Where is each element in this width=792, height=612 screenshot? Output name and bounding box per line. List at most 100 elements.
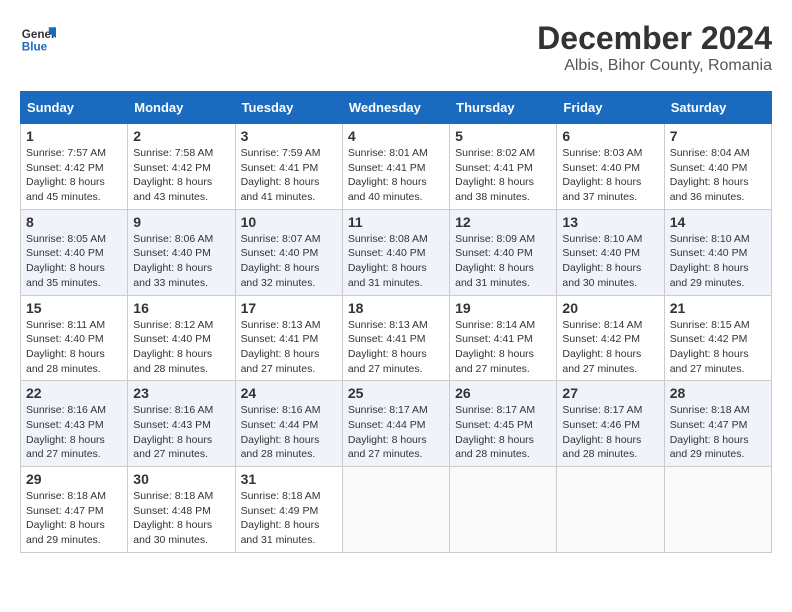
calendar-cell: 6 Sunrise: 8:03 AM Sunset: 4:40 PM Dayli… [557, 124, 664, 210]
calendar-cell: 28 Sunrise: 8:18 AM Sunset: 4:47 PM Dayl… [664, 381, 771, 467]
day-number: 25 [348, 385, 444, 401]
day-info: Sunrise: 8:17 AM Sunset: 4:45 PM Dayligh… [455, 404, 535, 460]
calendar-cell: 29 Sunrise: 8:18 AM Sunset: 4:47 PM Dayl… [21, 467, 128, 553]
calendar-cell: 17 Sunrise: 8:13 AM Sunset: 4:41 PM Dayl… [235, 295, 342, 381]
calendar-cell: 20 Sunrise: 8:14 AM Sunset: 4:42 PM Dayl… [557, 295, 664, 381]
calendar-day-header: Tuesday [235, 92, 342, 124]
logo: General Blue [20, 20, 56, 56]
calendar-cell [450, 467, 557, 553]
day-info: Sunrise: 8:17 AM Sunset: 4:46 PM Dayligh… [562, 404, 642, 460]
day-number: 12 [455, 214, 551, 230]
day-number: 18 [348, 300, 444, 316]
day-info: Sunrise: 8:10 AM Sunset: 4:40 PM Dayligh… [562, 233, 642, 289]
day-number: 4 [348, 128, 444, 144]
day-info: Sunrise: 8:16 AM Sunset: 4:43 PM Dayligh… [133, 404, 213, 460]
calendar-cell: 18 Sunrise: 8:13 AM Sunset: 4:41 PM Dayl… [342, 295, 449, 381]
calendar-week-row: 15 Sunrise: 8:11 AM Sunset: 4:40 PM Dayl… [21, 295, 772, 381]
day-info: Sunrise: 8:03 AM Sunset: 4:40 PM Dayligh… [562, 147, 642, 203]
day-info: Sunrise: 8:14 AM Sunset: 4:41 PM Dayligh… [455, 319, 535, 375]
svg-text:Blue: Blue [22, 41, 48, 54]
calendar-cell: 25 Sunrise: 8:17 AM Sunset: 4:44 PM Dayl… [342, 381, 449, 467]
day-number: 29 [26, 471, 122, 487]
day-number: 26 [455, 385, 551, 401]
calendar-cell: 10 Sunrise: 8:07 AM Sunset: 4:40 PM Dayl… [235, 209, 342, 295]
calendar-day-header: Monday [128, 92, 235, 124]
day-number: 14 [670, 214, 766, 230]
calendar-cell: 4 Sunrise: 8:01 AM Sunset: 4:41 PM Dayli… [342, 124, 449, 210]
day-number: 9 [133, 214, 229, 230]
day-number: 10 [241, 214, 337, 230]
logo-icon: General Blue [20, 20, 56, 56]
calendar-cell: 30 Sunrise: 8:18 AM Sunset: 4:48 PM Dayl… [128, 467, 235, 553]
calendar-week-row: 8 Sunrise: 8:05 AM Sunset: 4:40 PM Dayli… [21, 209, 772, 295]
calendar-cell: 14 Sunrise: 8:10 AM Sunset: 4:40 PM Dayl… [664, 209, 771, 295]
day-number: 19 [455, 300, 551, 316]
calendar-cell [342, 467, 449, 553]
day-info: Sunrise: 8:16 AM Sunset: 4:44 PM Dayligh… [241, 404, 321, 460]
calendar-day-header: Saturday [664, 92, 771, 124]
day-info: Sunrise: 8:02 AM Sunset: 4:41 PM Dayligh… [455, 147, 535, 203]
calendar-cell: 5 Sunrise: 8:02 AM Sunset: 4:41 PM Dayli… [450, 124, 557, 210]
calendar-cell: 23 Sunrise: 8:16 AM Sunset: 4:43 PM Dayl… [128, 381, 235, 467]
day-info: Sunrise: 8:18 AM Sunset: 4:48 PM Dayligh… [133, 490, 213, 546]
calendar-header-row: SundayMondayTuesdayWednesdayThursdayFrid… [21, 92, 772, 124]
day-info: Sunrise: 7:59 AM Sunset: 4:41 PM Dayligh… [241, 147, 321, 203]
day-number: 15 [26, 300, 122, 316]
calendar-cell: 8 Sunrise: 8:05 AM Sunset: 4:40 PM Dayli… [21, 209, 128, 295]
day-number: 24 [241, 385, 337, 401]
day-info: Sunrise: 8:09 AM Sunset: 4:40 PM Dayligh… [455, 233, 535, 289]
calendar-cell: 3 Sunrise: 7:59 AM Sunset: 4:41 PM Dayli… [235, 124, 342, 210]
title-area: December 2024 Albis, Bihor County, Roman… [537, 20, 772, 75]
day-info: Sunrise: 8:15 AM Sunset: 4:42 PM Dayligh… [670, 319, 750, 375]
calendar-cell: 13 Sunrise: 8:10 AM Sunset: 4:40 PM Dayl… [557, 209, 664, 295]
day-number: 13 [562, 214, 658, 230]
day-number: 23 [133, 385, 229, 401]
day-info: Sunrise: 8:13 AM Sunset: 4:41 PM Dayligh… [241, 319, 321, 375]
day-info: Sunrise: 8:18 AM Sunset: 4:47 PM Dayligh… [670, 404, 750, 460]
day-info: Sunrise: 7:58 AM Sunset: 4:42 PM Dayligh… [133, 147, 213, 203]
calendar-cell: 26 Sunrise: 8:17 AM Sunset: 4:45 PM Dayl… [450, 381, 557, 467]
calendar-cell: 12 Sunrise: 8:09 AM Sunset: 4:40 PM Dayl… [450, 209, 557, 295]
day-info: Sunrise: 8:08 AM Sunset: 4:40 PM Dayligh… [348, 233, 428, 289]
calendar-week-row: 29 Sunrise: 8:18 AM Sunset: 4:47 PM Dayl… [21, 467, 772, 553]
day-number: 7 [670, 128, 766, 144]
calendar-cell: 27 Sunrise: 8:17 AM Sunset: 4:46 PM Dayl… [557, 381, 664, 467]
calendar-day-header: Thursday [450, 92, 557, 124]
day-info: Sunrise: 7:57 AM Sunset: 4:42 PM Dayligh… [26, 147, 106, 203]
day-info: Sunrise: 8:07 AM Sunset: 4:40 PM Dayligh… [241, 233, 321, 289]
calendar-cell: 9 Sunrise: 8:06 AM Sunset: 4:40 PM Dayli… [128, 209, 235, 295]
day-info: Sunrise: 8:17 AM Sunset: 4:44 PM Dayligh… [348, 404, 428, 460]
calendar-week-row: 22 Sunrise: 8:16 AM Sunset: 4:43 PM Dayl… [21, 381, 772, 467]
day-number: 2 [133, 128, 229, 144]
day-number: 11 [348, 214, 444, 230]
day-number: 5 [455, 128, 551, 144]
day-info: Sunrise: 8:11 AM Sunset: 4:40 PM Dayligh… [26, 319, 105, 375]
calendar-cell [557, 467, 664, 553]
page-title: December 2024 [537, 20, 772, 57]
day-info: Sunrise: 8:06 AM Sunset: 4:40 PM Dayligh… [133, 233, 213, 289]
day-number: 3 [241, 128, 337, 144]
day-info: Sunrise: 8:10 AM Sunset: 4:40 PM Dayligh… [670, 233, 750, 289]
day-info: Sunrise: 8:18 AM Sunset: 4:49 PM Dayligh… [241, 490, 321, 546]
day-number: 1 [26, 128, 122, 144]
calendar-cell: 19 Sunrise: 8:14 AM Sunset: 4:41 PM Dayl… [450, 295, 557, 381]
calendar-cell: 22 Sunrise: 8:16 AM Sunset: 4:43 PM Dayl… [21, 381, 128, 467]
day-number: 20 [562, 300, 658, 316]
calendar-cell: 7 Sunrise: 8:04 AM Sunset: 4:40 PM Dayli… [664, 124, 771, 210]
page-subtitle: Albis, Bihor County, Romania [537, 57, 772, 75]
calendar-week-row: 1 Sunrise: 7:57 AM Sunset: 4:42 PM Dayli… [21, 124, 772, 210]
calendar-cell: 15 Sunrise: 8:11 AM Sunset: 4:40 PM Dayl… [21, 295, 128, 381]
day-info: Sunrise: 8:16 AM Sunset: 4:43 PM Dayligh… [26, 404, 106, 460]
day-info: Sunrise: 8:01 AM Sunset: 4:41 PM Dayligh… [348, 147, 428, 203]
day-number: 21 [670, 300, 766, 316]
calendar-cell [664, 467, 771, 553]
calendar-cell: 11 Sunrise: 8:08 AM Sunset: 4:40 PM Dayl… [342, 209, 449, 295]
calendar-day-header: Wednesday [342, 92, 449, 124]
day-number: 16 [133, 300, 229, 316]
page-header: General Blue December 2024 Albis, Bihor … [20, 20, 772, 75]
calendar-cell: 21 Sunrise: 8:15 AM Sunset: 4:42 PM Dayl… [664, 295, 771, 381]
calendar-table: SundayMondayTuesdayWednesdayThursdayFrid… [20, 91, 772, 553]
day-number: 22 [26, 385, 122, 401]
day-info: Sunrise: 8:04 AM Sunset: 4:40 PM Dayligh… [670, 147, 750, 203]
calendar-day-header: Sunday [21, 92, 128, 124]
